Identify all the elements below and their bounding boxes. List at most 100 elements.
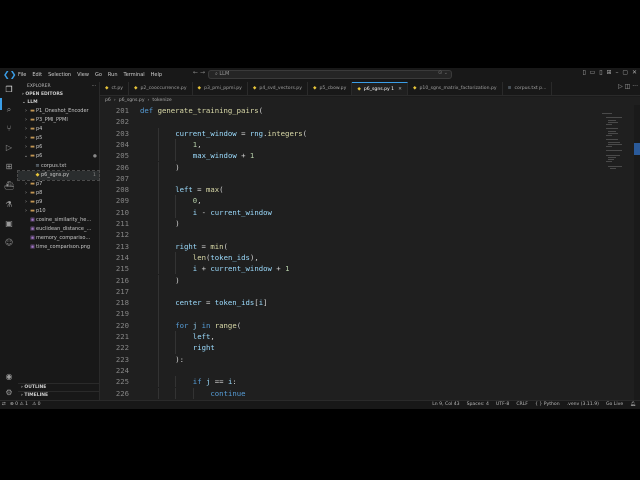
editor-tab[interactable]: ◆ p5_cbow.py xyxy=(308,82,353,95)
code-line[interactable]: 213 right = min( xyxy=(100,240,600,252)
tree-folder[interactable]: › ▬ p8 xyxy=(18,189,99,198)
code-line[interactable]: 201 def generate_training_pairs( xyxy=(100,105,600,116)
copilot-icon[interactable]: ⊙ xyxy=(438,70,442,76)
menu-view[interactable]: View xyxy=(77,72,89,78)
editor-tab[interactable]: ≡ corpus.txt p... xyxy=(503,82,553,95)
menu-selection[interactable]: Selection xyxy=(48,72,71,78)
notifications-bell-icon[interactable]: 🔔︎ xyxy=(630,401,636,409)
code-line[interactable]: 204 1, xyxy=(100,138,600,151)
open-editors-section[interactable]: › OPEN EDITORS xyxy=(18,91,99,99)
tree-folder[interactable]: › ▬ p10 xyxy=(18,207,99,216)
warnings-indicator[interactable]: ⚠ 0 xyxy=(32,401,41,409)
minimize-icon[interactable]: – xyxy=(615,69,619,76)
status-item[interactable]: CRLF xyxy=(516,401,528,409)
code-line[interactable]: 211) xyxy=(100,218,600,230)
chevron-down-icon[interactable]: ⌄ xyxy=(444,70,448,76)
status-item[interactable]: Ln 9, Col 43 xyxy=(432,401,459,409)
toggle-sidebar-icon[interactable]: ▯ xyxy=(582,69,586,76)
search-view-icon[interactable]: ⌕ xyxy=(4,105,14,115)
code-line[interactable]: 209 0, xyxy=(100,195,600,207)
code-editor[interactable]: 201 def generate_training_pairs(202 203 cur… xyxy=(100,105,640,400)
breadcrumb-item[interactable]: p6 xyxy=(105,97,111,105)
code-line[interactable]: 210 i - current_window xyxy=(100,206,600,218)
source-control-icon[interactable]: ⑂ xyxy=(4,124,14,134)
editor-tab[interactable]: ◆ p2_cooccurrence.py xyxy=(129,82,193,95)
code-line[interactable]: 214 len(token_ids), xyxy=(100,251,600,264)
status-item[interactable]: UTF-8 xyxy=(496,401,509,409)
layout-icon[interactable]: ⊞ xyxy=(607,69,613,76)
docker-icon[interactable]: ⛴ xyxy=(4,181,14,191)
close-window-icon[interactable]: ✕ xyxy=(632,69,638,76)
code-line[interactable]: 207 xyxy=(100,172,600,185)
command-center-search[interactable]: ⌕ LLM xyxy=(208,70,452,79)
code-line[interactable]: 220 for j in range( xyxy=(100,319,600,331)
tree-folder[interactable]: › ▬ p5 xyxy=(18,134,99,143)
code-line[interactable]: 216) xyxy=(100,274,600,286)
tree-file[interactable]: ≡ corpus.txt xyxy=(18,162,99,171)
problems-indicator[interactable]: ⊗ 0 ⚠ 1 xyxy=(10,401,28,409)
code-line[interactable]: 205 max_window + 1 xyxy=(100,150,600,162)
code-line[interactable]: 219 xyxy=(100,308,600,320)
tree-folder[interactable]: › ▬ p4 xyxy=(18,125,99,134)
code-line[interactable]: 202 xyxy=(100,116,600,127)
run-debug-icon[interactable]: ▷ xyxy=(4,143,14,153)
tree-folder[interactable]: › ▬ P3_PMI_PPMI xyxy=(18,116,99,125)
editor-tab[interactable]: ◆ ct.py xyxy=(100,82,129,95)
code-line[interactable]: 225 if j == i: xyxy=(100,376,600,388)
minimap[interactable] xyxy=(602,105,632,400)
code-line[interactable]: 215 i + current_window + 1 xyxy=(100,263,600,275)
code-line[interactable]: 221 left, xyxy=(100,331,600,343)
code-line[interactable]: 223): xyxy=(100,353,600,365)
tree-file[interactable]: ▣ time_comparison.png xyxy=(18,243,99,252)
extensions-icon[interactable]: ⊞ xyxy=(4,162,14,172)
run-python-icon[interactable]: ▷ xyxy=(618,83,623,90)
settings-gear-icon[interactable]: ⚙ xyxy=(4,388,14,398)
tree-file[interactable]: ◆ p6_sgns.py 1 xyxy=(17,169,100,181)
menu-file[interactable]: File xyxy=(18,72,26,78)
editor-tab[interactable]: ◆ p4_svd_vectors.py xyxy=(248,82,308,95)
toggle-panel-icon[interactable]: ▭ xyxy=(590,69,597,76)
outline-section[interactable]: › OUTLINE xyxy=(18,383,99,391)
testing-icon[interactable]: ⚗ xyxy=(4,200,14,210)
split-editor-icon[interactable]: ◫ xyxy=(625,83,631,90)
tree-folder[interactable]: › ▬ p7 xyxy=(18,180,99,189)
breadcrumb-item[interactable]: tokenize xyxy=(152,97,171,105)
tree-file[interactable]: ▣ cosine_similarity_heat... xyxy=(18,216,99,225)
forward-arrow-icon[interactable]: → xyxy=(200,69,205,76)
code-line[interactable]: 224 xyxy=(100,364,600,377)
scrollbar-thumb[interactable] xyxy=(634,143,640,155)
accounts-icon[interactable]: ◉ xyxy=(4,372,14,382)
status-item[interactable]: Go Live xyxy=(606,401,623,409)
tree-folder[interactable]: › ▬ p9 xyxy=(18,198,99,207)
more-editor-actions-icon[interactable]: ··· xyxy=(632,83,638,90)
status-item[interactable]: { } Python xyxy=(535,401,560,409)
tree-folder[interactable]: ⌄ ▬ p6 ● xyxy=(18,152,99,161)
menu-terminal[interactable]: Terminal xyxy=(124,72,145,78)
root-folder[interactable]: ⌄ LLM xyxy=(18,99,99,107)
code-line[interactable]: 203 current_window = rng.integers( xyxy=(100,127,600,139)
tree-file[interactable]: ▣ euclidean_distance_he... xyxy=(18,225,99,234)
tree-folder[interactable]: › ▬ p6 xyxy=(18,143,99,152)
code-line[interactable]: 218 center = token_ids[i] xyxy=(100,297,600,309)
toggle-secondary-sidebar-icon[interactable]: ▯ xyxy=(599,69,603,76)
maximize-icon[interactable]: ▢ xyxy=(622,69,629,76)
code-line[interactable]: 226 continue xyxy=(100,387,600,399)
close-tab-icon[interactable]: ✕ xyxy=(398,83,402,96)
editor-tab[interactable]: ◆ p10_sgns_matrix_factorization.py xyxy=(408,82,503,95)
menu-run[interactable]: Run xyxy=(108,72,118,78)
code-line[interactable]: 212 xyxy=(100,229,600,241)
code-line[interactable]: 217 xyxy=(100,285,600,298)
status-item[interactable]: Spaces: 4 xyxy=(467,401,489,409)
menu-help[interactable]: Help xyxy=(151,72,162,78)
editor-tab[interactable]: ◆ p3_pmi_ppmi.py xyxy=(193,82,248,95)
editor-tab[interactable]: ◆ p6_sgns.py 1 ✕ xyxy=(352,82,408,96)
menu-edit[interactable]: Edit xyxy=(32,72,42,78)
remote-indicator-icon[interactable]: ⇄ xyxy=(2,401,6,409)
breadcrumb-item[interactable]: p6_sgns.py xyxy=(119,97,145,105)
code-line[interactable]: 206) xyxy=(100,161,600,173)
menu-go[interactable]: Go xyxy=(95,72,102,78)
remote-explorer-icon[interactable]: ▣ xyxy=(4,219,14,229)
status-item[interactable]: .venv (3.11.9) xyxy=(567,401,599,409)
tree-folder[interactable]: › ▬ P1_Oneshot_Encoder xyxy=(18,107,99,116)
more-actions-icon[interactable]: ··· xyxy=(92,82,96,91)
